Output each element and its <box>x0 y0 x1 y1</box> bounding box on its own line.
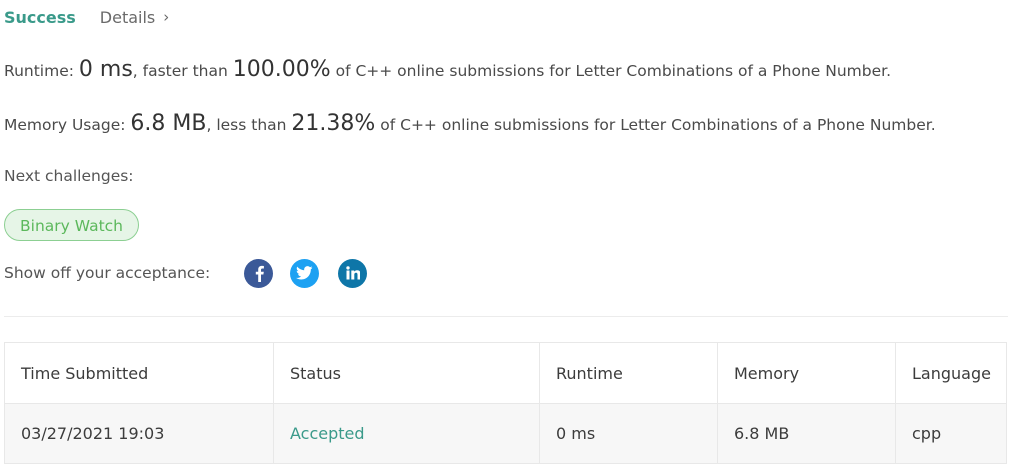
cell-language: cpp <box>895 403 1007 464</box>
column-header-memory: Memory <box>717 342 896 404</box>
runtime-suffix: of C++ online submissions for Letter Com… <box>335 62 891 80</box>
submissions-table: Time Submitted Status Runtime Memory Lan… <box>4 342 1007 464</box>
runtime-label: Runtime: <box>4 62 74 80</box>
runtime-stat: Runtime: 0 ms, faster than 100.00% of C+… <box>4 57 891 82</box>
details-link[interactable]: Details › <box>100 8 169 27</box>
column-header-runtime: Runtime <box>539 342 718 404</box>
memory-label: Memory Usage: <box>4 116 126 134</box>
cell-time-submitted: 03/27/2021 19:03 <box>4 403 274 464</box>
result-header: Success Details › <box>4 5 169 29</box>
column-header-time-submitted: Time Submitted <box>4 342 274 404</box>
next-challenges-label: Next challenges: <box>4 167 134 185</box>
column-header-language: Language <box>895 342 1007 404</box>
runtime-comparison: , faster than <box>132 62 228 80</box>
share-label: Show off your acceptance: <box>4 264 211 282</box>
cell-status-accepted[interactable]: Accepted <box>273 403 540 464</box>
linkedin-icon[interactable] <box>338 258 368 288</box>
memory-stat: Memory Usage: 6.8 MB, less than 21.38% o… <box>4 111 936 136</box>
runtime-percent: 100.00% <box>232 57 331 82</box>
table-row[interactable]: 03/27/2021 19:03 Accepted 0 ms 6.8 MB cp… <box>4 403 1007 464</box>
cell-runtime: 0 ms <box>539 403 718 464</box>
memory-comparison: , less than <box>206 116 287 134</box>
submission-result-page: Success Details › Runtime: 0 ms, faster … <box>0 0 1010 468</box>
challenge-tag-binary-watch[interactable]: Binary Watch <box>4 209 139 241</box>
memory-percent: 21.38% <box>291 111 376 136</box>
facebook-icon[interactable] <box>244 258 274 288</box>
cell-memory: 6.8 MB <box>717 403 896 464</box>
table-header-row: Time Submitted Status Runtime Memory Lan… <box>4 342 1007 404</box>
memory-suffix: of C++ online submissions for Letter Com… <box>380 116 936 134</box>
column-header-status: Status <box>273 342 540 404</box>
runtime-value: 0 ms <box>78 57 133 82</box>
success-status: Success <box>4 7 76 27</box>
twitter-icon[interactable] <box>290 258 320 288</box>
memory-value: 6.8 MB <box>130 111 207 136</box>
section-divider <box>4 316 1008 317</box>
details-label: Details <box>99 7 156 27</box>
share-row: Show off your acceptance: <box>4 258 368 288</box>
chevron-right-icon: › <box>163 8 170 26</box>
